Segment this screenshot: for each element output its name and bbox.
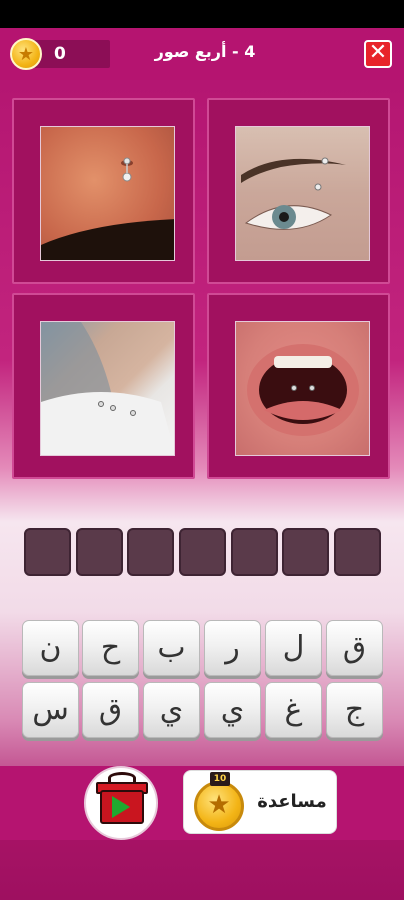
navel-piercing-image xyxy=(40,126,175,261)
letter-key[interactable]: ي xyxy=(204,682,261,738)
collarbone-piercing-image xyxy=(40,321,175,456)
help-cost-badge: 10 xyxy=(210,772,230,786)
letter-key[interactable]: ل xyxy=(265,620,322,676)
close-button[interactable]: ✕ xyxy=(364,40,392,68)
answer-slot[interactable] xyxy=(179,528,226,576)
star-coin-icon: ★ xyxy=(10,38,42,70)
coin-count: 0 xyxy=(54,44,66,64)
picture-tile-2[interactable] xyxy=(207,98,390,284)
letter-key[interactable]: ي xyxy=(143,682,200,738)
letter-key[interactable]: غ xyxy=(265,682,322,738)
help-button[interactable]: ★ 10 مساعدة xyxy=(183,770,337,834)
status-bar xyxy=(0,0,404,28)
coin-pill xyxy=(32,40,110,68)
star-coin-icon: ★ xyxy=(194,781,244,831)
close-icon: ✕ xyxy=(368,40,388,65)
help-label: مساعدة xyxy=(257,791,327,812)
picture-tile-3[interactable] xyxy=(12,293,195,479)
level-title: 4 - أربع صور xyxy=(154,42,256,61)
picture-tile-1[interactable] xyxy=(12,98,195,284)
letter-key[interactable]: ق xyxy=(326,620,383,676)
letter-key[interactable]: س xyxy=(22,682,79,738)
letter-key[interactable]: ق xyxy=(82,682,139,738)
answer-slots xyxy=(24,528,382,576)
answer-slot[interactable] xyxy=(334,528,381,576)
answer-slot[interactable] xyxy=(231,528,278,576)
answer-slot[interactable] xyxy=(24,528,71,576)
picture-tile-4[interactable] xyxy=(207,293,390,479)
letter-key[interactable]: ر xyxy=(204,620,261,676)
answer-slot[interactable] xyxy=(76,528,123,576)
letter-key[interactable]: ح xyxy=(82,620,139,676)
play-icon xyxy=(112,796,130,818)
coin-counter: ★ 0 xyxy=(10,38,110,70)
eyebrow-piercing-image xyxy=(235,126,370,261)
tongue-piercing-image xyxy=(235,321,370,456)
answer-slot[interactable] xyxy=(282,528,329,576)
answer-slot[interactable] xyxy=(127,528,174,576)
letter-key[interactable]: ب xyxy=(143,620,200,676)
letter-key[interactable]: ن xyxy=(22,620,79,676)
letter-keyboard: ق ل ر ب ح ن ج غ ي ي ق س xyxy=(22,620,383,742)
letter-key[interactable]: ج xyxy=(326,682,383,738)
gift-video-button[interactable] xyxy=(84,766,158,840)
